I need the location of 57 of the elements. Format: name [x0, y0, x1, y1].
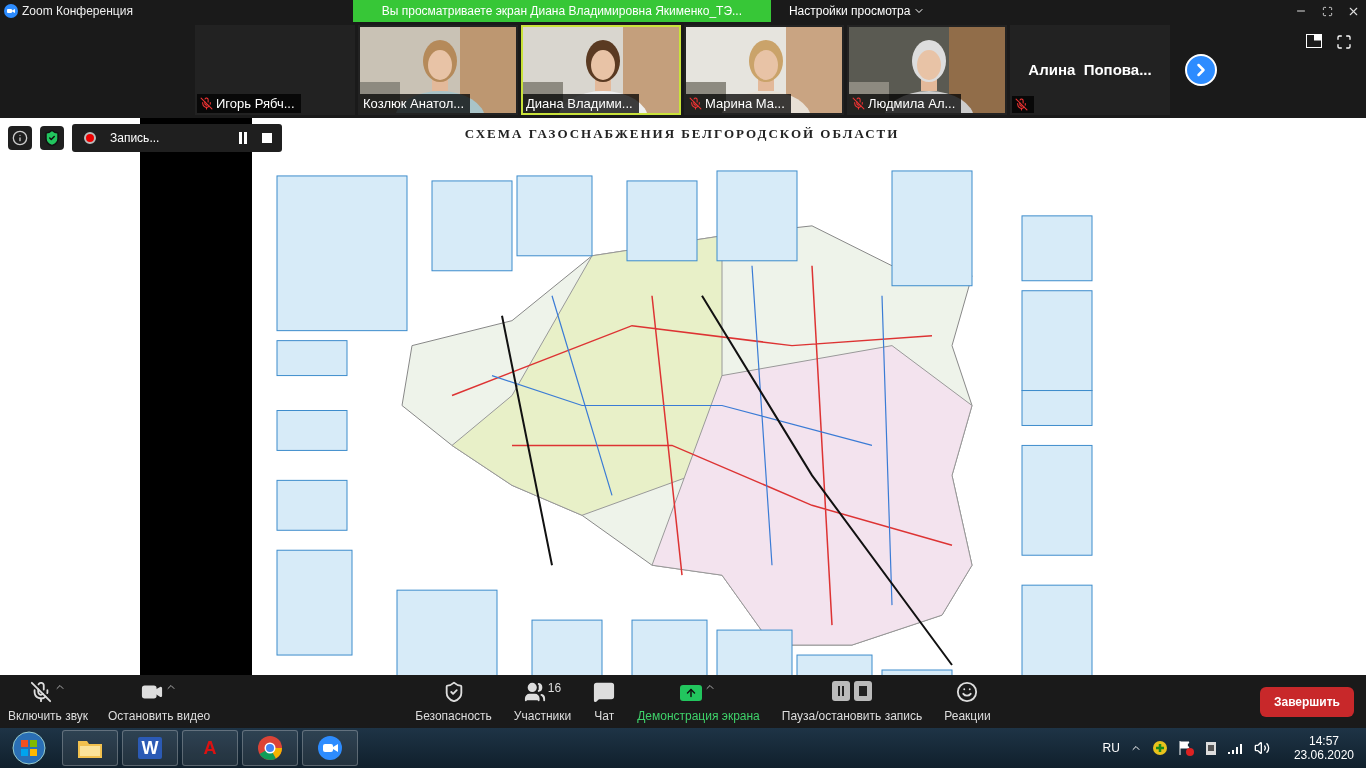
app-logo-icon: [4, 4, 18, 18]
toolbar-button[interactable]: Включить звук: [8, 680, 89, 723]
participant-tile[interactable]: Марина Ма...: [684, 25, 844, 115]
maximize-icon: [1321, 5, 1333, 17]
participant-name: Марина Ма...: [705, 96, 785, 111]
share-banner: Вы просматриваете экран Диана Владимировна Якименко_ТЭ...: [352, 0, 771, 22]
word-app-icon: W: [138, 737, 162, 759]
flag-warning-icon[interactable]: [1177, 740, 1194, 756]
smiley-icon: [956, 680, 979, 703]
taskbar-app[interactable]: [62, 730, 118, 766]
clock-time: 14:57: [1308, 734, 1339, 748]
toolbar-button[interactable]: Остановить видео: [108, 680, 211, 723]
participant-tile[interactable]: Людмила Ал...: [847, 25, 1007, 115]
clock[interactable]: 14:57 23.06.2020: [1293, 734, 1354, 762]
chrome-icon: [257, 735, 283, 761]
toolbar-button[interactable]: Демонстрация экрана: [637, 680, 760, 723]
participant-tile[interactable]: Игорь Рябч...: [195, 25, 355, 115]
autocad-app-icon: A: [203, 737, 217, 759]
taskbar-app[interactable]: W: [122, 730, 178, 766]
people-icon: [523, 680, 546, 703]
layout-icon[interactable]: [1306, 34, 1322, 48]
chat-icon: [593, 680, 616, 703]
participant-name: Козлюк Анатол...: [363, 96, 465, 111]
volume-icon[interactable]: [1253, 740, 1270, 756]
end-meeting-button[interactable]: Завершить: [1259, 686, 1354, 717]
participant-tile[interactable]: Диана Владими...: [521, 25, 681, 115]
participant-name: Людмила Ал...: [868, 96, 956, 111]
language-indicator[interactable]: RU: [1102, 741, 1120, 755]
shield-plus-icon[interactable]: [1151, 740, 1168, 756]
video-camera-icon: [317, 735, 343, 761]
toolbar-button[interactable]: Пауза/остановить запись: [781, 680, 923, 723]
participant-tile[interactable]: Козлюк Анатол...: [358, 25, 518, 115]
toolbar-button[interactable]: Безопасность: [415, 680, 492, 723]
participant-count: 16: [547, 680, 562, 695]
record-dot-icon: [84, 132, 96, 144]
toolbar-button[interactable]: Чат: [593, 680, 616, 723]
participant-name: Диана Владими...: [526, 96, 633, 111]
toolbar-button[interactable]: 16 Участники: [513, 680, 572, 723]
participant-tile[interactable]: Алина Попова...: [1010, 25, 1170, 115]
toolbar-button[interactable]: Реакции: [944, 680, 991, 723]
next-page-button[interactable]: [1185, 54, 1217, 86]
security-shield-icon[interactable]: [40, 126, 64, 150]
participant-name: Игорь Рябч...: [216, 96, 295, 111]
recording-label: Запись...: [110, 131, 160, 145]
view-options-button[interactable]: Настройки просмотра: [788, 4, 926, 18]
taskbar-app[interactable]: [242, 730, 298, 766]
map-title: СХЕМА ГАЗОСНАБЖЕНИЯ БЕЛГОРОДСКОЙ ОБЛАСТИ: [464, 125, 900, 143]
participant-name: Алина Попова...: [1027, 61, 1153, 78]
window-title: Zoom Конференция: [22, 4, 133, 18]
pause-stop-icon: [832, 680, 873, 701]
taskbar-app[interactable]: [302, 730, 358, 766]
clock-date: 23.06.2020: [1293, 748, 1354, 762]
fullscreen-icon[interactable]: [1336, 34, 1352, 50]
share-screen-icon: [680, 684, 703, 701]
info-button[interactable]: [8, 126, 32, 150]
device-icon[interactable]: [1203, 740, 1218, 756]
signal-icon[interactable]: [1227, 742, 1244, 754]
